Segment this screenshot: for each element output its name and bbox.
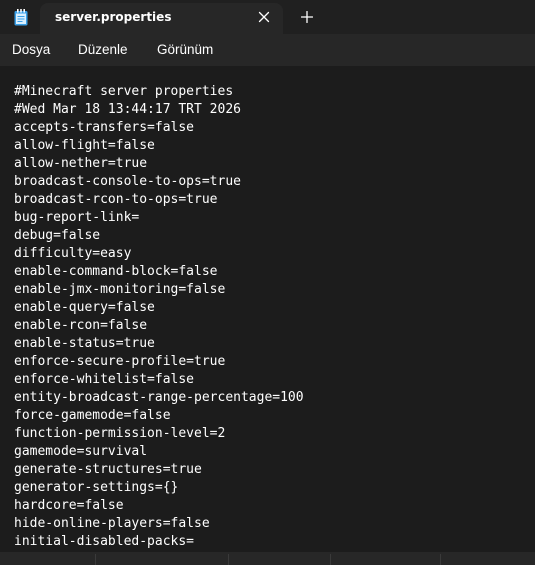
text-line: enforce-whitelist=false	[14, 372, 195, 387]
text-line: debug=false	[14, 228, 101, 243]
tab-title: server.properties	[55, 10, 172, 24]
title-bar: server.properties	[0, 0, 535, 34]
text-line: hide-online-players=false	[14, 516, 210, 531]
text-line: generator-settings={}	[14, 480, 179, 495]
text-line: function-permission-level=2	[14, 426, 226, 441]
text-line: enforce-secure-profile=true	[14, 354, 226, 369]
tab-server-properties[interactable]: server.properties	[40, 3, 283, 34]
text-line: accepts-transfers=false	[14, 120, 195, 135]
plus-icon[interactable]	[298, 8, 316, 26]
text-line: gamemode=survival	[14, 444, 148, 459]
editor-content[interactable]: #Minecraft server properties #Wed Mar 18 …	[14, 83, 304, 551]
text-line: #Wed Mar 18 13:44:17 TRT 2026	[14, 102, 241, 117]
text-line: broadcast-rcon-to-ops=true	[14, 192, 218, 207]
text-editor[interactable]: #Minecraft server properties #Wed Mar 18 …	[0, 66, 535, 552]
text-line: broadcast-console-to-ops=true	[14, 174, 241, 189]
text-line: force-gamemode=false	[14, 408, 171, 423]
status-divider	[95, 554, 96, 565]
text-line: difficulty=easy	[14, 246, 132, 261]
text-line: enable-status=true	[14, 336, 155, 351]
close-icon[interactable]	[255, 8, 273, 26]
text-line: allow-flight=false	[14, 138, 155, 153]
menu-file[interactable]: Dosya	[12, 42, 50, 57]
text-line: entity-broadcast-range-percentage=100	[14, 390, 304, 405]
text-line: allow-nether=true	[14, 156, 148, 171]
text-line: enable-jmx-monitoring=false	[14, 282, 226, 297]
menu-view[interactable]: Görünüm	[157, 42, 213, 57]
text-line: hardcore=false	[14, 498, 124, 513]
status-divider	[440, 554, 441, 565]
text-line: bug-report-link=	[14, 210, 140, 225]
status-bar	[0, 552, 535, 565]
text-line: generate-structures=true	[14, 462, 202, 477]
menu-edit[interactable]: Düzenle	[78, 42, 128, 57]
text-line: enable-query=false	[14, 300, 155, 315]
status-divider	[228, 554, 229, 565]
text-line: initial-disabled-packs=	[14, 534, 195, 549]
text-line: enable-command-block=false	[14, 264, 218, 279]
menu-bar: Dosya Düzenle Görünüm	[0, 34, 535, 66]
text-line: enable-rcon=false	[14, 318, 148, 333]
status-divider	[330, 554, 331, 565]
text-line: #Minecraft server properties	[14, 84, 234, 99]
notepad-icon	[14, 9, 28, 26]
